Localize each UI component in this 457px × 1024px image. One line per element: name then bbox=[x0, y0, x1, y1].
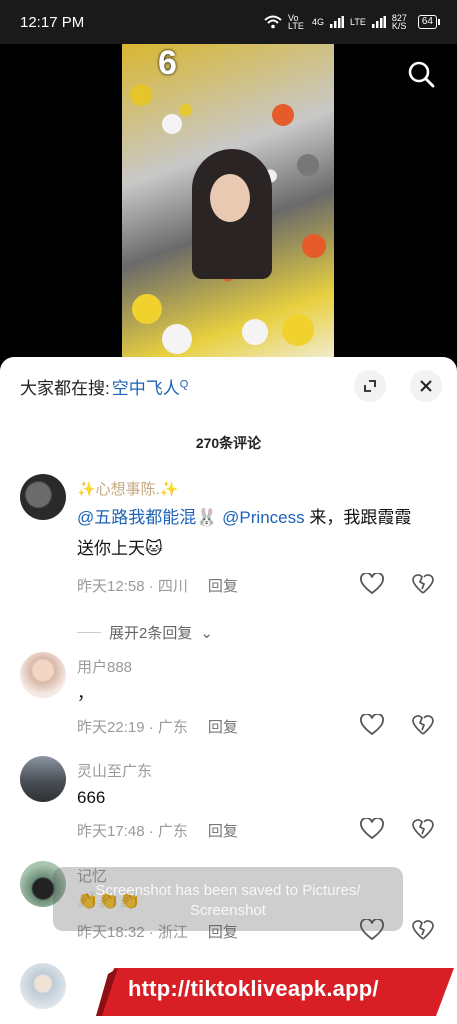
cat-emoji-icon: 🐱 bbox=[145, 539, 163, 558]
avatar[interactable] bbox=[20, 474, 66, 520]
wifi-icon bbox=[264, 15, 282, 29]
comment-username[interactable]: 用户888 bbox=[77, 656, 132, 677]
watermark-url: http://tiktokliveapk.app/ bbox=[128, 976, 379, 1001]
volte-label: Vo LTE bbox=[288, 13, 304, 31]
ball-decoration bbox=[272, 104, 294, 126]
search-icon[interactable] bbox=[407, 60, 435, 88]
expand-replies-button[interactable]: 展开2条回复 ⌄ bbox=[77, 622, 213, 643]
data-speed: 827 K/S bbox=[391, 13, 407, 31]
trending-search-link[interactable]: 空中飞人Q bbox=[112, 374, 189, 399]
close-icon[interactable] bbox=[410, 370, 442, 402]
comment-time-location: 昨天17:48 · 广东 bbox=[77, 823, 188, 840]
broken-heart-icon[interactable] bbox=[412, 573, 434, 595]
broken-heart-icon[interactable] bbox=[412, 919, 434, 941]
avatar[interactable] bbox=[20, 652, 66, 698]
battery-indicator: 64 bbox=[417, 15, 441, 29]
comment-time-location: 昨天22:19 · 广东 bbox=[77, 719, 188, 736]
heart-icon[interactable] bbox=[360, 573, 384, 595]
heart-icon[interactable] bbox=[360, 818, 384, 840]
toast-line-2: Screenshot bbox=[190, 902, 266, 919]
ball-decoration bbox=[297, 154, 319, 176]
comment-meta: 昨天22:19 · 广东 回复 bbox=[77, 716, 238, 737]
signal-icon bbox=[330, 16, 345, 28]
video-person-face bbox=[210, 174, 250, 222]
toast-line-1: Screenshot has been saved to Pictures/ bbox=[95, 882, 361, 899]
reply-button[interactable]: 回复 bbox=[208, 578, 238, 595]
reply-button[interactable]: 回复 bbox=[208, 719, 238, 736]
network-4g-label: 4G bbox=[312, 17, 325, 27]
avatar[interactable] bbox=[20, 756, 66, 802]
comment-meta: 昨天17:48 · 广东 回复 bbox=[77, 820, 238, 841]
expand-replies-label[interactable]: 展开2条回复 bbox=[109, 622, 192, 643]
screenshot-toast: Screenshot has been saved to Pictures/ S… bbox=[53, 867, 403, 931]
ball-decoration bbox=[130, 84, 152, 106]
chevron-down-icon: ⌄ bbox=[200, 624, 213, 642]
broken-heart-icon[interactable] bbox=[412, 714, 434, 736]
rabbit-emoji-icon: 🐰 bbox=[196, 508, 218, 527]
comment-username[interactable]: 灵山至广东 bbox=[77, 760, 152, 781]
ball-decoration bbox=[132, 294, 162, 324]
comment-meta: 昨天12:58 · 四川 回复 bbox=[77, 575, 238, 596]
status-bar: 12:17 PM Vo LTE 4G LTE 827 K/S 64 bbox=[0, 0, 457, 44]
comment-username[interactable]: ✨心想事陈.✨ bbox=[77, 478, 179, 499]
signal-icon-2 bbox=[371, 16, 386, 28]
heart-icon[interactable] bbox=[360, 714, 384, 736]
expand-icon[interactable] bbox=[354, 370, 386, 402]
video-overlay-number: 6 bbox=[158, 44, 177, 82]
comment-text: 666 bbox=[77, 788, 106, 807]
comment-count-title: 270条评论 bbox=[195, 435, 262, 451]
ball-decoration bbox=[162, 324, 192, 354]
trending-search-label: 大家都在搜: bbox=[20, 378, 110, 398]
reply-button[interactable]: 回复 bbox=[208, 823, 238, 840]
comment-text: ， bbox=[77, 684, 94, 703]
ball-decoration bbox=[282, 314, 314, 346]
sheet-header: 大家都在搜: 空中飞人Q bbox=[0, 357, 457, 415]
ball-decoration bbox=[162, 114, 182, 134]
mention-link[interactable]: @五路我都能混 bbox=[77, 508, 196, 527]
comment-time-location: 昨天12:58 · 四川 bbox=[77, 578, 188, 595]
avatar[interactable] bbox=[20, 963, 66, 1009]
status-time: 12:17 PM bbox=[20, 13, 85, 31]
video-frame[interactable] bbox=[122, 44, 334, 374]
trending-search-term[interactable]: 空中飞人 bbox=[112, 379, 180, 398]
ball-decoration bbox=[302, 234, 326, 258]
status-icons: Vo LTE 4G LTE 827 K/S 64 bbox=[264, 13, 441, 31]
ball-decoration bbox=[242, 319, 268, 345]
video-player[interactable]: 6 bbox=[0, 44, 457, 374]
divider-line bbox=[77, 632, 101, 633]
network-lte-label: LTE bbox=[350, 17, 366, 27]
search-small-icon: Q bbox=[179, 377, 189, 390]
comment-text: @五路我都能混🐰 @Princess 来，我跟霞霞送你上天🐱 bbox=[77, 502, 427, 564]
mention-link[interactable]: @Princess bbox=[222, 508, 304, 527]
broken-heart-icon[interactable] bbox=[412, 818, 434, 840]
